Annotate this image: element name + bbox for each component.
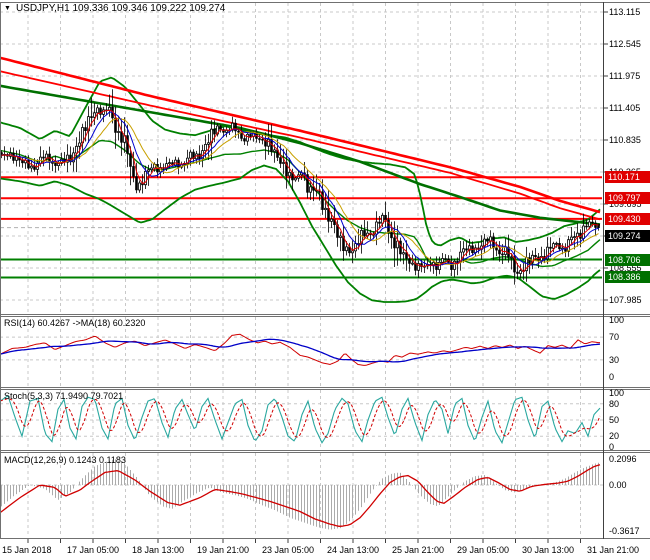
time-axis-label: 25 Jan 21:00 bbox=[392, 545, 445, 555]
time-axis-label: 30 Jan 13:00 bbox=[522, 545, 575, 555]
time-axis-label: 18 Jan 13:00 bbox=[132, 545, 185, 555]
macd-scale-label: 0.2096 bbox=[609, 453, 637, 464]
stoch-scale-label: 100 bbox=[609, 388, 625, 398]
resistance-price-badge: 109.430 bbox=[605, 213, 650, 225]
price-tick-label: 111.405 bbox=[609, 103, 641, 113]
stoch-scale-label: 50 bbox=[609, 415, 620, 425]
time-axis-label: 17 Jan 05:00 bbox=[67, 545, 120, 555]
resistance-price-badge: 110.171 bbox=[605, 171, 650, 183]
time-axis-label: 19 Jan 21:00 bbox=[197, 545, 250, 555]
macd-scale-label: -0.3617 bbox=[609, 525, 640, 536]
stoch-scale-label: 80 bbox=[609, 398, 620, 409]
time-axis-label: 24 Jan 13:00 bbox=[327, 545, 380, 555]
stoch-scale-label: 20 bbox=[609, 431, 620, 442]
time-axis-label: 29 Jan 05:00 bbox=[457, 545, 510, 555]
macd-indicator-label: MACD(12,26,9) 0.1243 0.1183 bbox=[4, 455, 126, 465]
time-axis-label: 15 Jan 2018 bbox=[2, 545, 52, 555]
price-tick-label: 107.985 bbox=[609, 295, 642, 305]
symbol-ohlc-title: USDJPY,H1 109.336 109.346 109.222 109.27… bbox=[15, 3, 226, 14]
rsi-indicator-label: RSI(14) 60.4267 ->MA(18) 60.2320 bbox=[4, 318, 146, 328]
rsi-scale-label: 70 bbox=[609, 332, 620, 343]
rsi-scale-label: 0 bbox=[609, 372, 615, 382]
time-axis-label: 23 Jan 05:00 bbox=[262, 545, 315, 555]
price-tick-label: 111.975 bbox=[609, 71, 641, 81]
resistance-price-badge: 109.797 bbox=[605, 192, 650, 204]
price-tick-label: 110.835 bbox=[609, 135, 641, 145]
chart-canvas[interactable] bbox=[0, 0, 650, 560]
price-tick-label: 112.545 bbox=[609, 39, 641, 49]
chart-window: ▼ USDJPY,H1 109.336 109.346 109.222 109.2… bbox=[0, 0, 650, 560]
price-tick-label: 113.115 bbox=[609, 7, 641, 17]
chart-header: ▼ USDJPY,H1 109.336 109.346 109.222 109.2… bbox=[4, 3, 225, 14]
rsi-scale-label: 30 bbox=[609, 354, 620, 365]
support-price-badge: 108.706 bbox=[605, 254, 650, 266]
support-price-badge: 108.386 bbox=[605, 271, 650, 283]
macd-scale-label: 0.00 bbox=[609, 480, 627, 490]
stoch-indicator-label: Stoch(5,3,3) 71.9490 79.7021 bbox=[4, 391, 124, 401]
symbol-dropdown-icon[interactable]: ▼ bbox=[4, 5, 11, 12]
rsi-scale-label: 100 bbox=[609, 315, 625, 325]
stoch-scale-label: 0 bbox=[609, 442, 615, 452]
current-price-badge: 109.274 bbox=[605, 230, 650, 242]
time-axis-label: 31 Jan 21:00 bbox=[587, 545, 640, 555]
